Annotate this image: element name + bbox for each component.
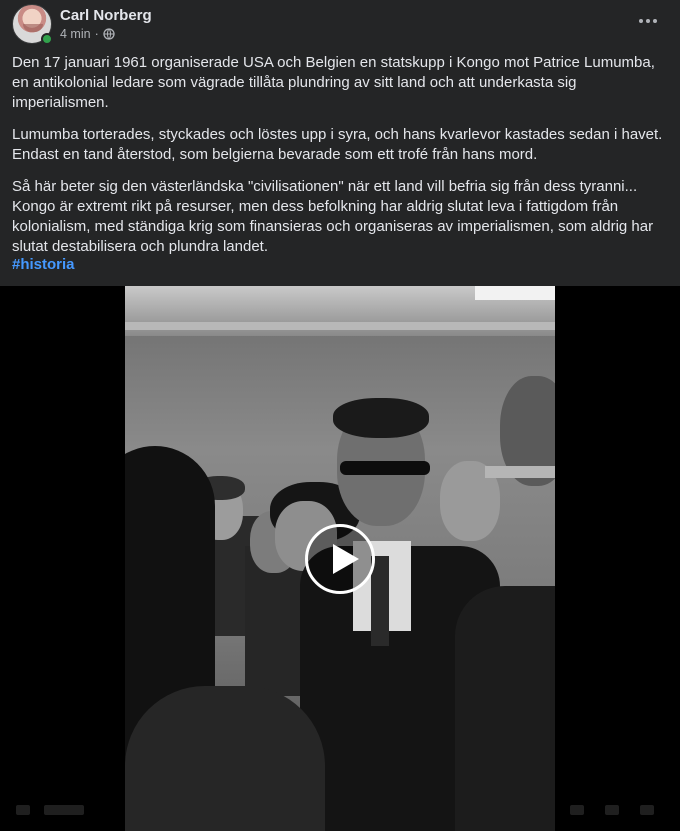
- meta-separator: ·: [94, 27, 99, 41]
- post-paragraph: Så här beter sig den västerländska "civi…: [12, 178, 654, 255]
- more-options-icon: [639, 19, 643, 23]
- play-icon[interactable]: [305, 524, 375, 594]
- globe-icon[interactable]: [103, 28, 115, 40]
- post-meta: 4 min ·: [60, 27, 115, 41]
- more-options-button[interactable]: [634, 10, 662, 32]
- post-time[interactable]: 4 min: [60, 27, 91, 41]
- post-body: Den 17 januari 1961 organiserade USA och…: [12, 53, 668, 269]
- post-paragraph: Lumumba torterades, styckades och löstes…: [12, 126, 663, 163]
- author-name[interactable]: Carl Norberg: [60, 7, 152, 24]
- post-header: Carl Norberg 4 min ·: [0, 0, 680, 52]
- hashtag-link[interactable]: #historia: [12, 256, 75, 273]
- post-paragraph: Den 17 januari 1961 organiserade USA och…: [12, 54, 655, 111]
- online-status-dot: [41, 33, 53, 45]
- video-controls[interactable]: [0, 787, 680, 831]
- video-player[interactable]: [0, 286, 680, 831]
